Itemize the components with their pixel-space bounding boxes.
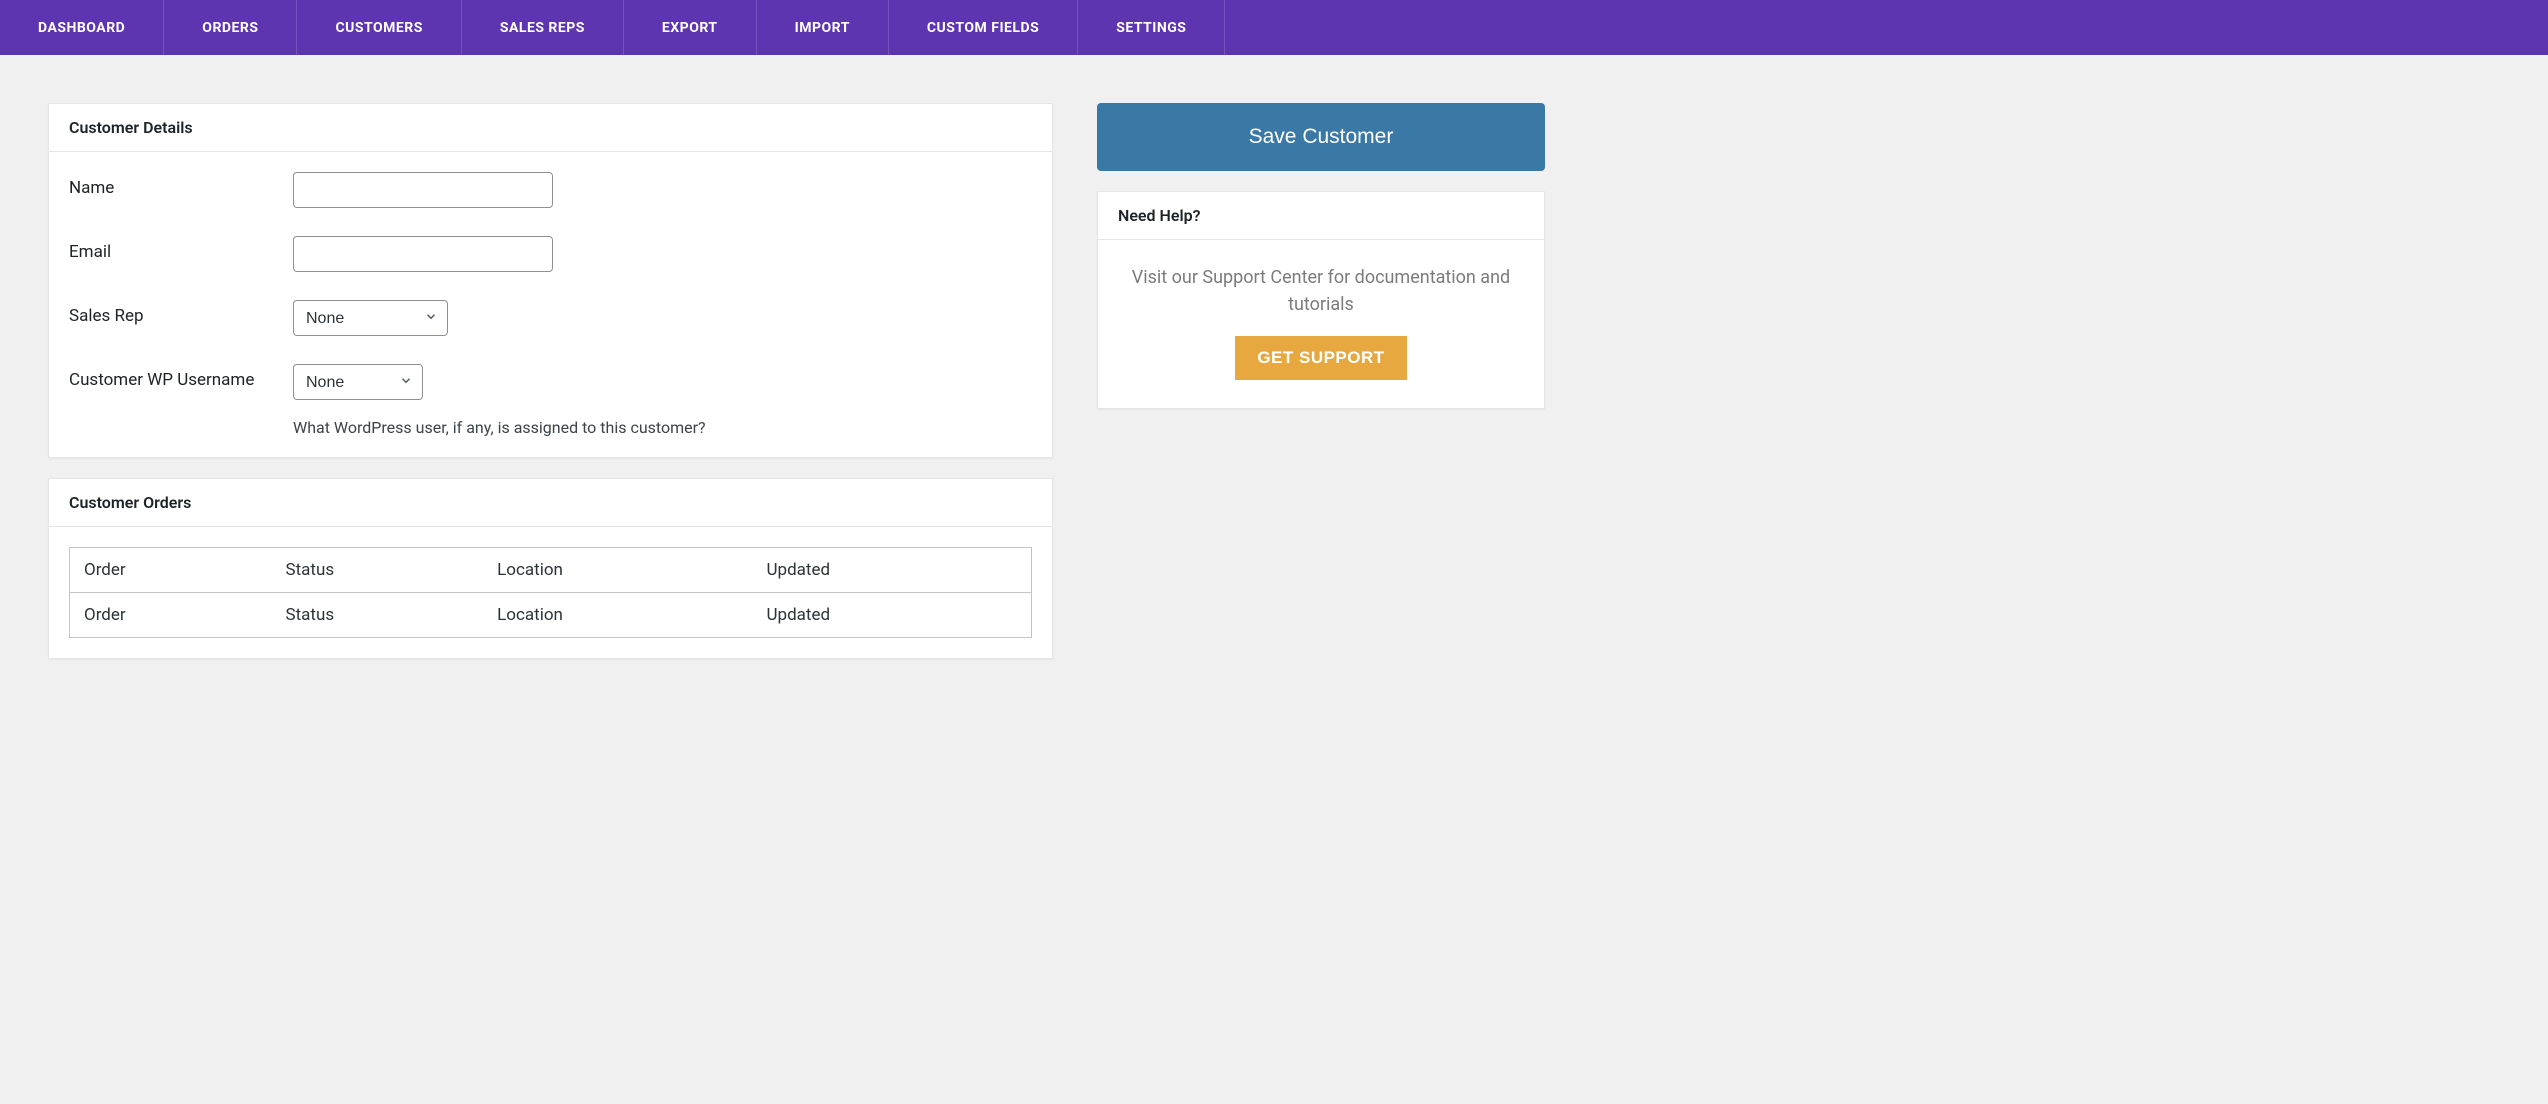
label-email: Email — [69, 236, 293, 262]
label-salesrep: Sales Rep — [69, 300, 293, 326]
orders-table: Order Status Location Updated Order Stat… — [69, 547, 1032, 638]
label-name: Name — [69, 172, 293, 198]
nav-export[interactable]: EXPORT — [624, 0, 757, 55]
col-order: Order — [70, 548, 272, 593]
row-salesrep: Sales Rep None — [69, 300, 1032, 336]
customer-details-title: Customer Details — [49, 104, 1052, 152]
nav-import[interactable]: IMPORT — [757, 0, 889, 55]
customer-orders-title: Customer Orders — [49, 479, 1052, 527]
wpuser-select-wrap: None — [293, 364, 423, 400]
row-wpuser: Customer WP Username None What WordPress… — [69, 364, 1032, 437]
control-name — [293, 172, 1032, 208]
foot-updated: Updated — [753, 593, 1032, 638]
help-panel: Need Help? Visit our Support Center for … — [1097, 191, 1545, 409]
get-support-button[interactable]: GET SUPPORT — [1235, 336, 1406, 380]
wpuser-select[interactable]: None — [293, 364, 423, 400]
customer-orders-panel: Customer Orders Order Status Location Up… — [48, 478, 1053, 659]
customer-details-body: Name Email Sales Rep — [49, 152, 1052, 457]
foot-location: Location — [483, 593, 752, 638]
nav-custom-fields[interactable]: CUSTOM FIELDS — [889, 0, 1078, 55]
help-panel-title: Need Help? — [1098, 192, 1544, 240]
foot-status: Status — [272, 593, 484, 638]
orders-table-head: Order Status Location Updated — [70, 548, 1032, 593]
page-content: Customer Details Name Email Sales Rep — [0, 55, 2548, 727]
label-wpuser: Customer WP Username — [69, 364, 293, 390]
name-input[interactable] — [293, 172, 553, 208]
customer-details-panel: Customer Details Name Email Sales Rep — [48, 103, 1053, 458]
side-column: Save Customer Need Help? Visit our Suppo… — [1097, 103, 1545, 429]
email-input[interactable] — [293, 236, 553, 272]
help-text: Visit our Support Center for documentati… — [1098, 240, 1544, 336]
col-status: Status — [272, 548, 484, 593]
salesrep-select[interactable]: None — [293, 300, 448, 336]
top-nav: DASHBOARD ORDERS CUSTOMERS SALES REPS EX… — [0, 0, 2548, 55]
row-email: Email — [69, 236, 1032, 272]
control-wpuser: None What WordPress user, if any, is ass… — [293, 364, 1032, 437]
support-button-wrap: GET SUPPORT — [1098, 336, 1544, 408]
help-panel-body: Visit our Support Center for documentati… — [1098, 240, 1544, 408]
col-updated: Updated — [753, 548, 1032, 593]
nav-dashboard[interactable]: DASHBOARD — [0, 0, 164, 55]
nav-customers[interactable]: CUSTOMERS — [297, 0, 461, 55]
row-name: Name — [69, 172, 1032, 208]
nav-orders[interactable]: ORDERS — [164, 0, 297, 55]
wpuser-help-text: What WordPress user, if any, is assigned… — [293, 418, 1032, 437]
foot-order: Order — [70, 593, 272, 638]
col-location: Location — [483, 548, 752, 593]
orders-table-foot: Order Status Location Updated — [70, 593, 1032, 638]
nav-settings[interactable]: SETTINGS — [1078, 0, 1225, 55]
table-footer-row: Order Status Location Updated — [70, 593, 1032, 638]
table-header-row: Order Status Location Updated — [70, 548, 1032, 593]
customer-orders-body: Order Status Location Updated Order Stat… — [49, 527, 1052, 658]
control-email — [293, 236, 1032, 272]
control-salesrep: None — [293, 300, 1032, 336]
save-customer-button[interactable]: Save Customer — [1097, 103, 1545, 171]
nav-sales-reps[interactable]: SALES REPS — [462, 0, 624, 55]
salesrep-select-wrap: None — [293, 300, 448, 336]
main-column: Customer Details Name Email Sales Rep — [48, 103, 1053, 679]
